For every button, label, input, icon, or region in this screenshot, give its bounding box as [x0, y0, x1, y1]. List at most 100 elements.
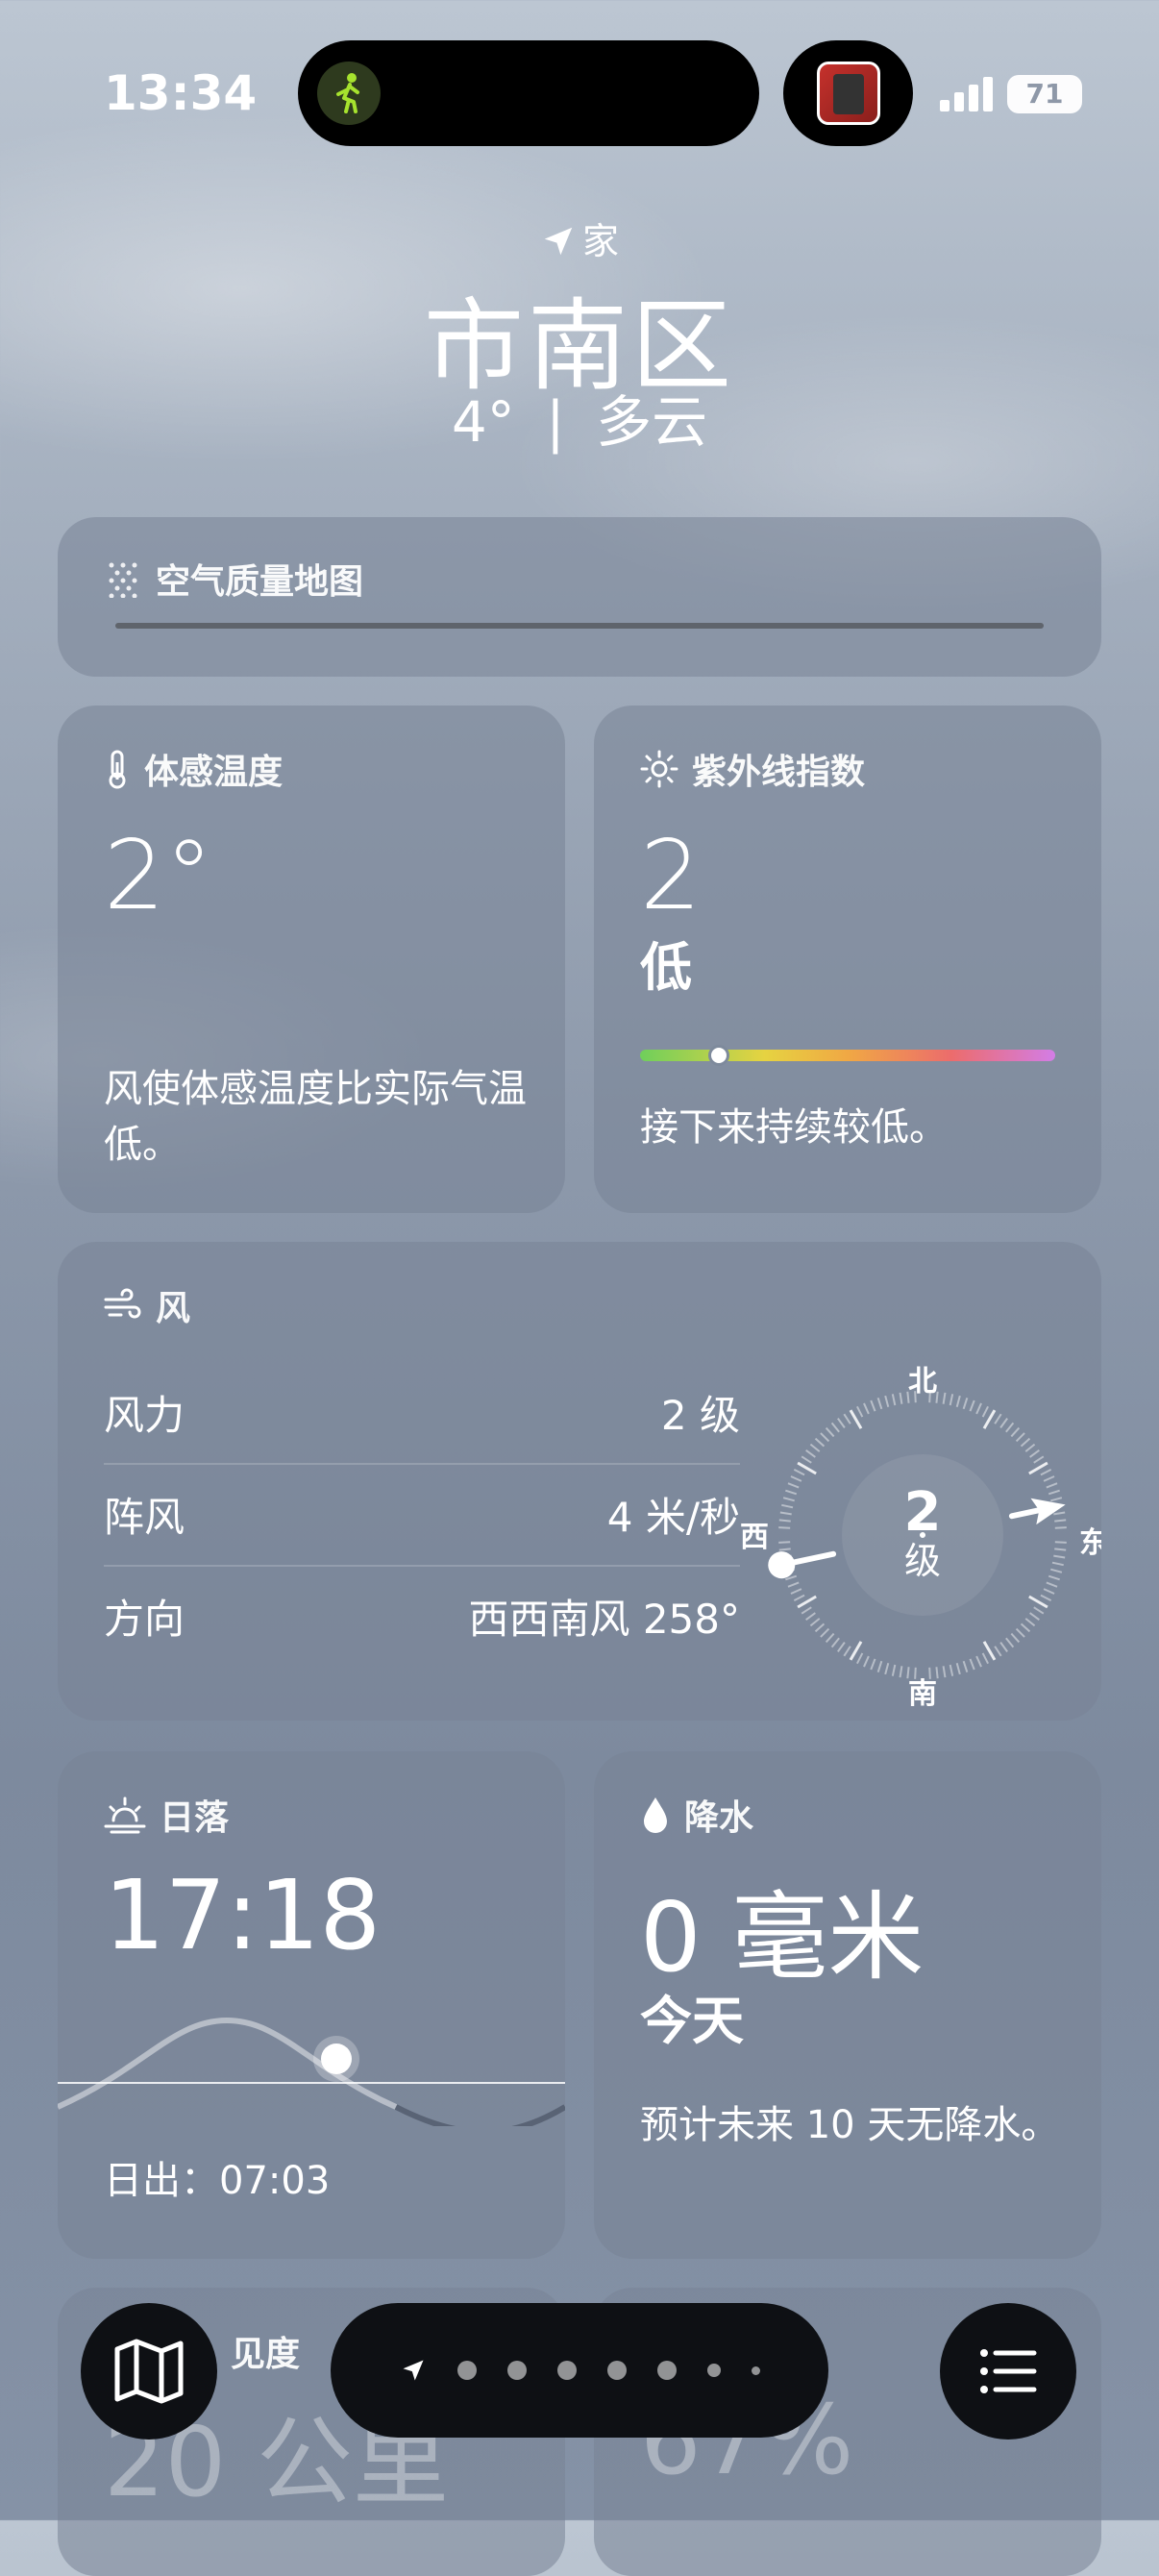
page-dot[interactable]	[506, 2361, 527, 2380]
compass-tick	[863, 1655, 870, 1668]
compass-tick	[1048, 1574, 1060, 1581]
map-icon	[114, 2339, 184, 2404]
compass-tick	[994, 1646, 1002, 1657]
page-dot[interactable]	[751, 2365, 760, 2375]
sunset-card[interactable]: 日落 17:18 日出：07:03	[58, 1751, 565, 2259]
page-dot[interactable]	[656, 2361, 677, 2380]
compass-tick	[778, 1541, 791, 1544]
wind-row-force: 风力 2 级	[104, 1361, 740, 1465]
compass-tick	[884, 1395, 890, 1407]
location-list-button[interactable]	[940, 2303, 1076, 2440]
now-playing-island[interactable]	[783, 40, 913, 146]
list-icon	[980, 2349, 1037, 2393]
compass-tick	[837, 1418, 846, 1428]
wind-direction-value: 西西南风 258°	[468, 1595, 740, 1643]
walking-activity-icon	[317, 62, 381, 125]
page-dot[interactable]	[606, 2361, 627, 2380]
compass-tick	[949, 1394, 954, 1406]
compass-tick	[891, 1394, 897, 1406]
album-art-thumbnail	[817, 62, 880, 125]
compass-tick	[1054, 1526, 1067, 1529]
uv-index-header: 紫外线指数	[640, 744, 865, 794]
wind-card[interactable]: 风 风力 2 级 阵风 4 米/秒 方向 西西南风 258° 北 南 西 东 2…	[58, 1242, 1101, 1721]
wind-row-gust: 阵风 4 米/秒	[104, 1463, 740, 1567]
compass-tick	[1024, 1618, 1036, 1627]
current-temperature: 4°	[451, 389, 515, 455]
compass-tick	[781, 1503, 794, 1509]
location-page-indicator[interactable]	[331, 2303, 828, 2438]
precipitation-card[interactable]: 降水 0 毫米 今天 预计未来 10 天无降水。	[594, 1751, 1101, 2259]
compass-tick	[779, 1511, 792, 1516]
compass-tick	[975, 1655, 982, 1668]
compass-tick	[876, 1398, 883, 1410]
compass-tick	[1033, 1455, 1045, 1464]
compass-speed: 2	[904, 1481, 942, 1544]
uv-index-value: 2	[640, 819, 702, 931]
location-arrow-icon	[544, 227, 573, 256]
precipitation-period: 今天	[640, 1991, 744, 2051]
compass-tick	[1020, 1622, 1031, 1633]
wind-force-label: 风力	[104, 1391, 185, 1439]
compass-tick	[1048, 1489, 1060, 1496]
compass-tick	[790, 1475, 802, 1482]
compass-tick	[778, 1526, 791, 1529]
compass-tick	[787, 1482, 800, 1489]
uv-index-level: 低	[640, 937, 692, 998]
visibility-title: 见度	[231, 2335, 301, 2374]
compass-tick	[801, 1606, 812, 1615]
compass-tick	[949, 1664, 954, 1676]
raindrop-icon	[644, 1797, 667, 1833]
compass-tick	[830, 1637, 840, 1648]
sun-icon	[640, 750, 678, 788]
compass-east: 东	[1079, 1526, 1101, 1560]
precipitation-title: 降水	[684, 1798, 754, 1838]
compass-tick	[1054, 1541, 1067, 1544]
compass-tick	[981, 1405, 989, 1418]
compass-tick	[782, 1497, 795, 1502]
compass-tick	[955, 1395, 961, 1407]
compass-tick	[856, 1652, 864, 1665]
thermometer-icon	[109, 750, 126, 789]
air-quality-title: 空气质量地图	[156, 562, 364, 602]
compass-tick	[863, 1402, 870, 1415]
compass-tick	[1054, 1519, 1067, 1523]
compass-tick	[975, 1402, 982, 1415]
sun-path-night	[394, 2104, 565, 2126]
compass-tick	[843, 1646, 851, 1657]
air-quality-dots-icon	[109, 562, 137, 598]
compass-tick	[1029, 1612, 1040, 1621]
current-location-page-icon[interactable]	[400, 2357, 427, 2384]
map-button[interactable]	[81, 2303, 217, 2440]
compass-tick	[1046, 1482, 1058, 1489]
compass-tick	[825, 1426, 835, 1438]
compass-tick	[1053, 1511, 1066, 1516]
compass-tick	[837, 1642, 846, 1652]
compass-tick	[1010, 1426, 1021, 1438]
compass-tick	[1024, 1443, 1036, 1452]
page-dot[interactable]	[706, 2364, 721, 2377]
compass-tick	[870, 1399, 876, 1412]
compass-tick	[1050, 1497, 1063, 1502]
air-quality-header: 空气质量地图	[104, 554, 363, 604]
uv-index-scale	[640, 1045, 1055, 1066]
uv-index-card[interactable]: 紫外线指数 2 低 接下来持续较低。	[594, 706, 1101, 1213]
compass-tick	[962, 1398, 969, 1410]
page-dot[interactable]	[456, 2361, 477, 2380]
compass-tick	[820, 1432, 830, 1443]
compass-tick	[1033, 1606, 1045, 1615]
sunset-title: 日落	[160, 1798, 230, 1838]
compass-tick	[793, 1594, 805, 1601]
air-quality-map-card[interactable]: 空气质量地图	[58, 517, 1101, 677]
compass-south: 南	[908, 1677, 937, 1711]
dynamic-island[interactable]	[298, 40, 759, 146]
compass-tick	[942, 1392, 947, 1404]
compass-west: 西	[740, 1521, 769, 1554]
compass-tick	[814, 1437, 826, 1448]
compass-north: 北	[908, 1365, 937, 1399]
feels-like-card[interactable]: 体感温度 2° 风使体感温度比实际气温低。	[58, 706, 565, 1213]
wind-gust-label: 阵风	[104, 1493, 185, 1541]
page-dot[interactable]	[556, 2361, 577, 2380]
compass-tick	[778, 1519, 791, 1523]
compass-tick	[801, 1455, 812, 1464]
uv-index-title: 紫外线指数	[692, 753, 866, 792]
